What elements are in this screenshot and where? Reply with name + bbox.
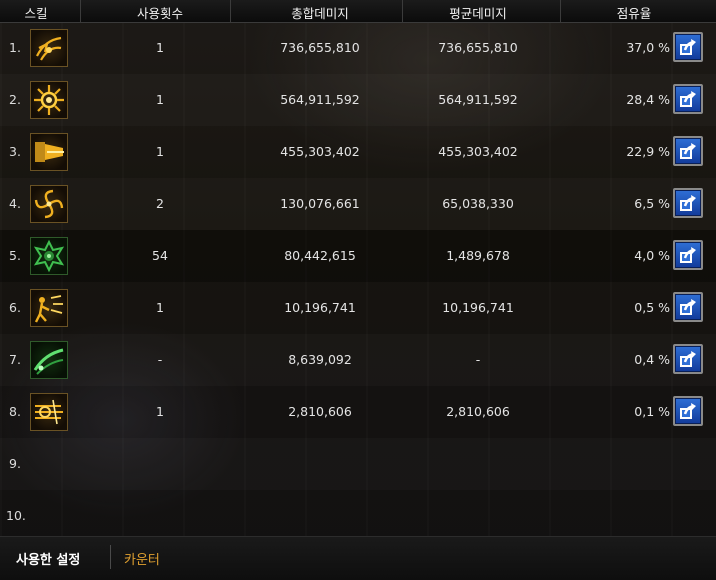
total-damage: 8,639,092 bbox=[288, 352, 352, 367]
share-button[interactable] bbox=[673, 396, 703, 426]
share-percent: 22,9 % bbox=[626, 144, 670, 159]
total-damage: 564,911,592 bbox=[280, 92, 360, 107]
skill-icon-gold-beam bbox=[30, 133, 68, 171]
table-row: 7. - 8,639,092 - 0,4 % bbox=[0, 334, 716, 386]
uses-count: - bbox=[157, 352, 163, 367]
avg-damage: 1,489,678 bbox=[446, 248, 510, 263]
share-button[interactable] bbox=[673, 188, 703, 218]
avg-damage: 455,303,402 bbox=[438, 144, 518, 159]
table-header: 스킬 사용횟수 총합데미지 평균데미지 점유율 bbox=[0, 0, 716, 23]
share-button[interactable] bbox=[673, 136, 703, 166]
share-percent: 0,1 % bbox=[634, 404, 670, 419]
skill-icon-gold-flurry bbox=[30, 393, 68, 431]
header-divider bbox=[402, 0, 403, 22]
total-damage: 10,196,741 bbox=[284, 300, 356, 315]
row-index: 6. bbox=[9, 300, 21, 315]
header-divider bbox=[80, 0, 81, 22]
row-index: 5. bbox=[9, 248, 21, 263]
avg-damage: 65,038,330 bbox=[442, 196, 514, 211]
skill-icon-gold-burst bbox=[30, 81, 68, 119]
share-percent: 0,4 % bbox=[634, 352, 670, 367]
avg-damage: 736,655,810 bbox=[438, 40, 518, 55]
footer-tab-bar: 사용한 설정 카운터 bbox=[0, 536, 716, 580]
skill-icon-green-wave bbox=[30, 341, 68, 379]
share-button[interactable] bbox=[673, 240, 703, 270]
share-percent: 28,4 % bbox=[626, 92, 670, 107]
row-index: 7. bbox=[9, 352, 21, 367]
row-index: 4. bbox=[9, 196, 21, 211]
share-export-icon bbox=[680, 91, 696, 107]
tab-counter[interactable]: 카운터 bbox=[124, 549, 160, 568]
avg-damage: 10,196,741 bbox=[442, 300, 514, 315]
header-divider bbox=[560, 0, 561, 22]
uses-count: 2 bbox=[156, 196, 164, 211]
skill-icon-gold-vortex bbox=[30, 185, 68, 223]
table-row: 1. 1 736,655,810 736,655,810 37,0 % bbox=[0, 22, 716, 74]
row-index: 2. bbox=[9, 92, 21, 107]
row-index: 3. bbox=[9, 144, 21, 159]
header-avg-damage: 평균데미지 bbox=[449, 6, 507, 21]
avg-damage: - bbox=[475, 352, 481, 367]
row-index: 9. bbox=[9, 456, 21, 471]
skill-icon-gold-slash bbox=[30, 29, 68, 67]
tab-divider bbox=[110, 545, 111, 569]
uses-count: 1 bbox=[156, 404, 164, 419]
total-damage: 80,442,615 bbox=[284, 248, 356, 263]
total-damage: 2,810,606 bbox=[288, 404, 352, 419]
row-index: 8. bbox=[9, 404, 21, 419]
total-damage: 130,076,661 bbox=[280, 196, 360, 211]
table-row: 4. 2 130,076,661 65,038,330 6,5 % bbox=[0, 178, 716, 230]
avg-damage: 564,911,592 bbox=[438, 92, 518, 107]
avg-damage: 2,810,606 bbox=[446, 404, 510, 419]
uses-count: 1 bbox=[156, 40, 164, 55]
skill-icon-gold-strike bbox=[30, 289, 68, 327]
row-index: 1. bbox=[9, 40, 21, 55]
share-export-icon bbox=[680, 299, 696, 315]
table-row: 6. 1 10,196,741 10,196,741 0,5 % bbox=[0, 282, 716, 334]
table-row: 3. 1 455,303,402 455,303,402 22,9 % bbox=[0, 126, 716, 178]
table-row: 5. 54 80,442,615 1,489,678 4,0 % bbox=[0, 230, 716, 282]
header-total-damage: 총합데미지 bbox=[291, 6, 349, 21]
uses-count: 1 bbox=[156, 144, 164, 159]
share-button[interactable] bbox=[673, 292, 703, 322]
share-export-icon bbox=[680, 39, 696, 55]
row-index: 10. bbox=[6, 508, 26, 523]
header-divider bbox=[230, 0, 231, 22]
share-export-icon bbox=[680, 403, 696, 419]
share-export-icon bbox=[680, 247, 696, 263]
share-button[interactable] bbox=[673, 32, 703, 62]
share-export-icon bbox=[680, 351, 696, 367]
table-row-empty: 9. bbox=[0, 438, 716, 490]
skill-icon-green-aura bbox=[30, 237, 68, 275]
share-percent: 4,0 % bbox=[634, 248, 670, 263]
total-damage: 736,655,810 bbox=[280, 40, 360, 55]
header-skill: 스킬 bbox=[24, 6, 48, 21]
tab-used-settings[interactable]: 사용한 설정 bbox=[16, 549, 80, 568]
table-row: 8. 1 2,810,606 2,810,606 0,1 % bbox=[0, 386, 716, 438]
header-share: 점유율 bbox=[616, 6, 652, 21]
header-uses: 사용횟수 bbox=[136, 6, 183, 21]
damage-stats-panel: 스킬 사용횟수 총합데미지 평균데미지 점유율 1. 1 736,655,810… bbox=[0, 0, 716, 580]
share-percent: 6,5 % bbox=[634, 196, 670, 211]
table-row-empty: 10. bbox=[0, 490, 716, 542]
share-button[interactable] bbox=[673, 344, 703, 374]
share-button[interactable] bbox=[673, 84, 703, 114]
uses-count: 1 bbox=[156, 300, 164, 315]
share-percent: 0,5 % bbox=[634, 300, 670, 315]
uses-count: 54 bbox=[152, 248, 168, 263]
total-damage: 455,303,402 bbox=[280, 144, 360, 159]
uses-count: 1 bbox=[156, 92, 164, 107]
table-row: 2. 1 564,911,592 564,911,592 28,4 % bbox=[0, 74, 716, 126]
share-export-icon bbox=[680, 143, 696, 159]
share-export-icon bbox=[680, 195, 696, 211]
share-percent: 37,0 % bbox=[626, 40, 670, 55]
